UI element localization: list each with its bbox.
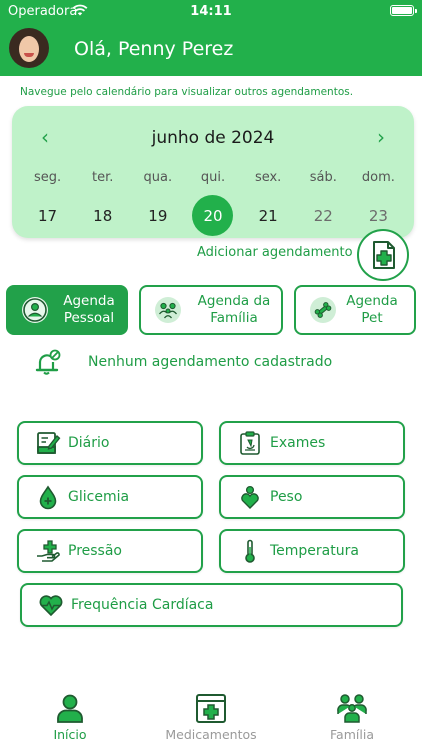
glicemia-button[interactable]: Glicemia — [17, 475, 203, 519]
family-icon — [158, 302, 178, 319]
pill-label: Pessoal — [63, 310, 115, 326]
shortcut-label: Frequência Cardíaca — [71, 597, 214, 613]
weekday-label: sex. — [254, 170, 282, 185]
tab-label: Medicamentos — [165, 727, 257, 742]
person-icon — [57, 694, 83, 723]
tab-agenda-familia[interactable]: Agenda da Família — [139, 285, 283, 335]
bottom-tab-bar: Início Medicamentos Família — [0, 682, 422, 750]
pill-label: Família — [210, 310, 258, 326]
weekday-row: seg. ter. qua. qui. sex. sáb. dom. — [12, 170, 414, 185]
person-icon — [23, 298, 47, 322]
pill-label: Agenda — [346, 293, 398, 309]
shortcut-label: Diário — [68, 435, 110, 451]
hand-medical-icon — [37, 540, 60, 562]
empty-appointments: Nenhum agendamento cadastrado — [32, 348, 412, 378]
bone-icon — [314, 302, 332, 318]
empty-message: Nenhum agendamento cadastrado — [88, 354, 333, 370]
bell-off-icon — [35, 349, 61, 375]
calendar-month-title: junho de 2024 — [151, 128, 275, 148]
tab-agenda-pessoal[interactable]: Agenda Pessoal — [6, 285, 128, 335]
tab-label: Início — [53, 727, 87, 742]
pill-label: Pet — [361, 310, 383, 326]
journal-icon — [37, 432, 61, 454]
next-week-button[interactable]: › — [371, 126, 391, 148]
shortcut-label: Pressão — [68, 543, 122, 559]
pill-label: Agenda da — [197, 293, 271, 309]
shortcut-label: Exames — [270, 435, 326, 451]
shortcut-label: Temperatura — [270, 543, 359, 559]
weekday-label: dom. — [361, 170, 395, 185]
temperatura-button[interactable]: Temperatura — [219, 529, 405, 573]
tab-medicamentos[interactable]: Medicamentos — [141, 682, 281, 750]
frequencia-cardiaca-button[interactable]: Frequência Cardíaca — [20, 583, 403, 627]
diario-button[interactable]: Diário — [17, 421, 203, 465]
shortcut-label: Glicemia — [68, 489, 130, 505]
blood-drop-icon — [39, 485, 57, 510]
peso-button[interactable]: Peso — [219, 475, 405, 519]
family-icon — [337, 694, 367, 723]
add-appointment-label[interactable]: Adicionar agendamento — [197, 245, 353, 260]
day-cell[interactable]: 17 — [25, 201, 70, 231]
day-cell[interactable]: 18 — [80, 201, 125, 231]
weekday-label: qui. — [200, 170, 226, 185]
app-header: Operadora 14:11 Olá, Penny Perez — [0, 0, 422, 76]
day-row: 17 18 19 20 21 22 23 — [12, 195, 414, 236]
calendar-hint: Navegue pelo calendário para visualizar … — [20, 86, 354, 98]
shortcut-label: Peso — [270, 489, 303, 505]
pressao-button[interactable]: Pressão — [17, 529, 203, 573]
clock: 14:11 — [190, 4, 232, 19]
add-document-icon — [373, 241, 395, 269]
clipboard-microscope-icon — [240, 431, 260, 455]
day-cell[interactable]: 21 — [246, 201, 291, 231]
add-appointment-button[interactable] — [357, 229, 409, 281]
heart-pulse-icon — [39, 595, 63, 617]
pill-label: Agenda — [63, 293, 115, 309]
medicine-box-icon — [196, 694, 226, 723]
greeting: Olá, Penny Perez — [74, 38, 234, 60]
tab-familia[interactable]: Família — [282, 682, 422, 750]
day-cell[interactable]: 19 — [135, 201, 180, 231]
avatar[interactable] — [9, 28, 49, 68]
status-bar: Operadora 14:11 — [0, 3, 422, 21]
weekday-label: ter. — [92, 170, 114, 185]
tab-inicio[interactable]: Início — [0, 682, 140, 750]
weekday-label: sáb. — [309, 170, 337, 185]
thermometer-icon — [245, 539, 255, 563]
tab-agenda-pet[interactable]: Agenda Pet — [294, 285, 416, 335]
tab-label: Família — [330, 727, 374, 742]
day-cell-selected[interactable]: 20 — [190, 195, 235, 236]
exames-button[interactable]: Exames — [219, 421, 405, 465]
day-cell[interactable]: 23 — [356, 201, 401, 231]
battery-icon — [390, 5, 417, 16]
weekday-label: qua. — [143, 170, 173, 185]
person-heart-icon — [241, 485, 259, 509]
day-cell[interactable]: 22 — [301, 201, 346, 231]
weekday-label: seg. — [33, 170, 62, 185]
week-calendar: ‹ junho de 2024 › seg. ter. qua. qui. se… — [12, 106, 414, 238]
